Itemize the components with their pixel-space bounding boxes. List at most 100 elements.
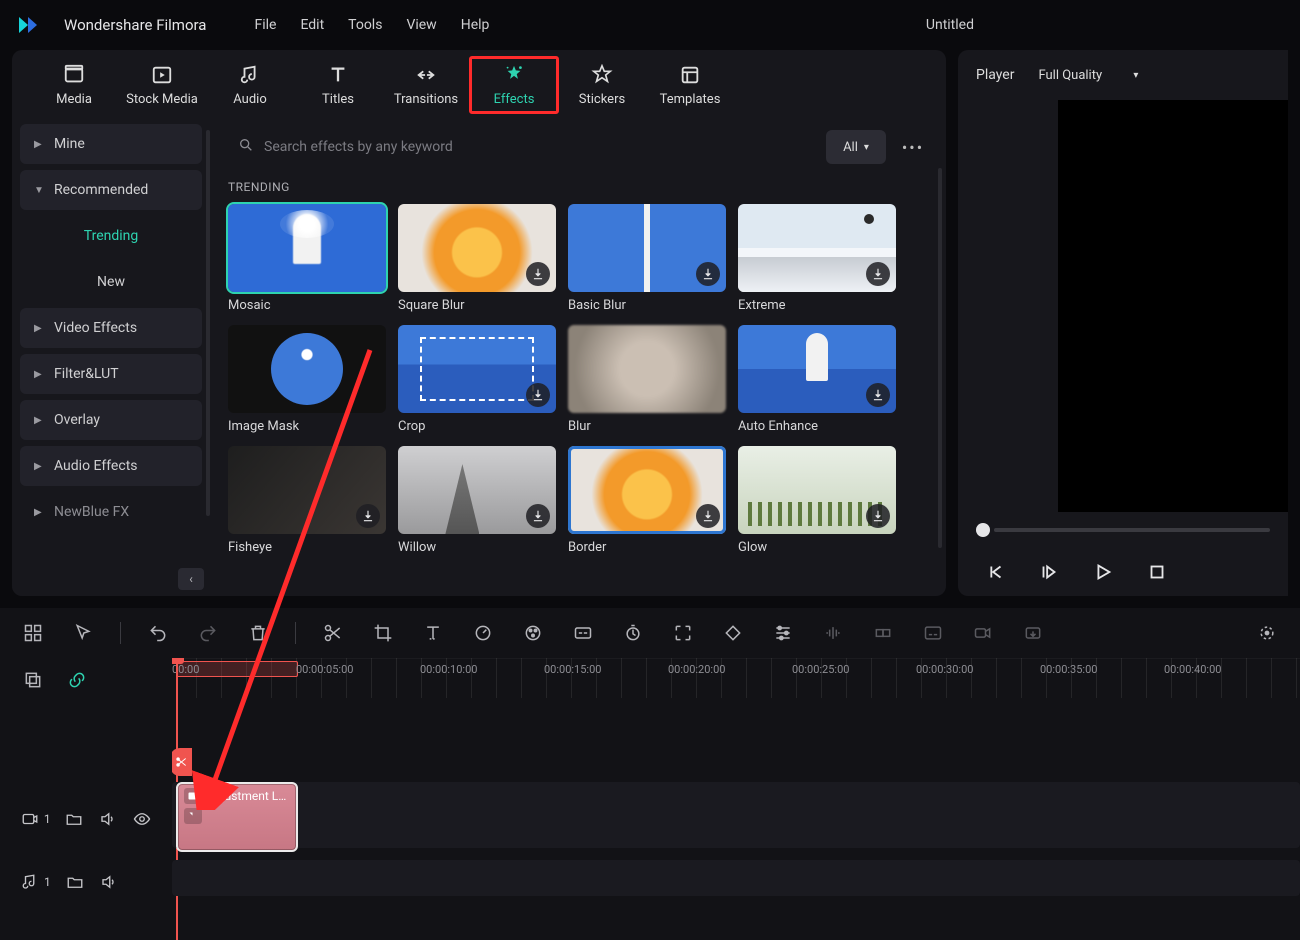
expand-icon[interactable] [670,620,696,646]
visibility-icon[interactable] [132,809,152,829]
sidebar-item-mine[interactable]: ▶Mine [20,124,202,164]
sidebar-item-new[interactable]: New [20,262,202,302]
download-icon[interactable] [526,383,550,407]
tab-stickers[interactable]: Stickers [558,57,646,113]
effect-thumbnail[interactable] [228,325,386,413]
search-box[interactable] [228,129,814,165]
effect-card[interactable]: Square Blur [398,204,556,313]
effect-card[interactable]: Glow [738,446,896,555]
step-play-button[interactable] [1036,559,1062,585]
effect-card[interactable]: Auto Enhance [738,325,896,434]
search-input[interactable] [264,139,804,155]
speed-icon[interactable] [470,620,496,646]
effect-thumbnail[interactable] [568,325,726,413]
quality-dropdown[interactable]: Full Quality ▾ [1028,59,1148,91]
folder-icon[interactable] [65,872,85,892]
video-lane[interactable]: Adjustment La... [172,776,1300,854]
scrubber-track[interactable] [994,528,1270,532]
timer-icon[interactable] [620,620,646,646]
menu-tools[interactable]: Tools [348,17,382,33]
color-icon[interactable] [520,620,546,646]
cursor-icon[interactable] [70,620,96,646]
redo-icon[interactable] [195,620,221,646]
effect-thumbnail[interactable] [398,325,556,413]
download-icon[interactable] [526,262,550,286]
effect-card[interactable]: Blur [568,325,726,434]
folder-icon[interactable] [65,809,85,829]
sidebar-collapse-button[interactable]: ‹ [178,568,204,590]
undo-icon[interactable] [145,620,171,646]
tab-titles[interactable]: Titles [294,57,382,113]
subtitle-icon[interactable] [920,620,946,646]
sidebar-item-audio-effects[interactable]: ▶Audio Effects [20,446,202,486]
timeline-settings-icon[interactable] [1254,620,1280,646]
effect-card[interactable]: Border [568,446,726,555]
sidebar-item-overlay[interactable]: ▶Overlay [20,400,202,440]
audio-lane[interactable] [172,854,1300,902]
mute-icon[interactable] [98,809,118,829]
tab-stock-media[interactable]: Stock Media [118,57,206,113]
crop-icon[interactable] [370,620,396,646]
player-scrubber[interactable] [958,512,1288,548]
layout-icon[interactable] [20,620,46,646]
play-button[interactable] [1090,559,1116,585]
export-frame-icon[interactable] [1020,620,1046,646]
tab-audio[interactable]: Audio [206,57,294,113]
effect-card[interactable]: Mosaic [228,204,386,313]
adjustment-layer-clip[interactable]: Adjustment La... [176,782,298,852]
video-track-header[interactable]: 1 [0,780,172,858]
effect-thumbnail[interactable] [738,446,896,534]
menu-help[interactable]: Help [461,17,490,33]
effect-card[interactable]: Crop [398,325,556,434]
link-icon[interactable] [64,667,90,693]
mute-icon[interactable] [99,872,119,892]
timeline-tracks-area[interactable]: 00:0000:00:05:0000:00:10:0000:00:15:0000… [172,658,1300,940]
download-icon[interactable] [526,504,550,528]
effect-thumbnail[interactable] [228,204,386,292]
audio-wave-icon[interactable] [820,620,846,646]
download-icon[interactable] [696,504,720,528]
effect-card[interactable]: Willow [398,446,556,555]
effect-thumbnail[interactable] [398,204,556,292]
video-preview[interactable] [1058,100,1288,512]
menu-edit[interactable]: Edit [300,17,324,33]
tab-templates[interactable]: Templates [646,57,734,113]
split-icon[interactable] [320,620,346,646]
effect-card[interactable]: Fisheye [228,446,386,555]
adjust-icon[interactable] [770,620,796,646]
timeline-ruler[interactable]: 00:0000:00:05:0000:00:10:0000:00:15:0000… [172,658,1300,698]
effect-thumbnail[interactable] [738,325,896,413]
sidebar-item-filter-lut[interactable]: ▶Filter&LUT [20,354,202,394]
caption-icon[interactable] [570,620,596,646]
keyframe-icon[interactable] [720,620,746,646]
scrubber-handle[interactable] [976,523,990,537]
download-icon[interactable] [866,262,890,286]
audio-track-header[interactable]: 1 [0,858,172,906]
effect-thumbnail[interactable] [738,204,896,292]
effect-thumbnail[interactable] [568,204,726,292]
sidebar-item-recommended[interactable]: ▼Recommended [20,170,202,210]
record-icon[interactable] [970,620,996,646]
sidebar-item-video-effects[interactable]: ▶Video Effects [20,308,202,348]
effect-thumbnail[interactable] [398,446,556,534]
razor-button[interactable] [172,748,192,776]
filter-all-dropdown[interactable]: All▾ [826,130,886,164]
tab-media[interactable]: Media [30,57,118,113]
download-icon[interactable] [866,383,890,407]
tab-effects[interactable]: Effects [470,57,558,113]
add-track-icon[interactable] [20,667,46,693]
menu-file[interactable]: File [254,17,276,33]
text-icon[interactable] [420,620,446,646]
stop-button[interactable] [1144,559,1170,585]
more-options-button[interactable]: ••• [898,132,928,162]
sidebar-item-newblue-fx[interactable]: ▶NewBlue FX [20,492,202,532]
effect-card[interactable]: Extreme [738,204,896,313]
effect-thumbnail[interactable] [228,446,386,534]
prev-frame-button[interactable] [982,559,1008,585]
effect-thumbnail[interactable] [568,446,726,534]
download-icon[interactable] [866,504,890,528]
tab-transitions[interactable]: Transitions [382,57,470,113]
group-icon[interactable] [870,620,896,646]
menu-view[interactable]: View [406,17,436,33]
download-icon[interactable] [356,504,380,528]
